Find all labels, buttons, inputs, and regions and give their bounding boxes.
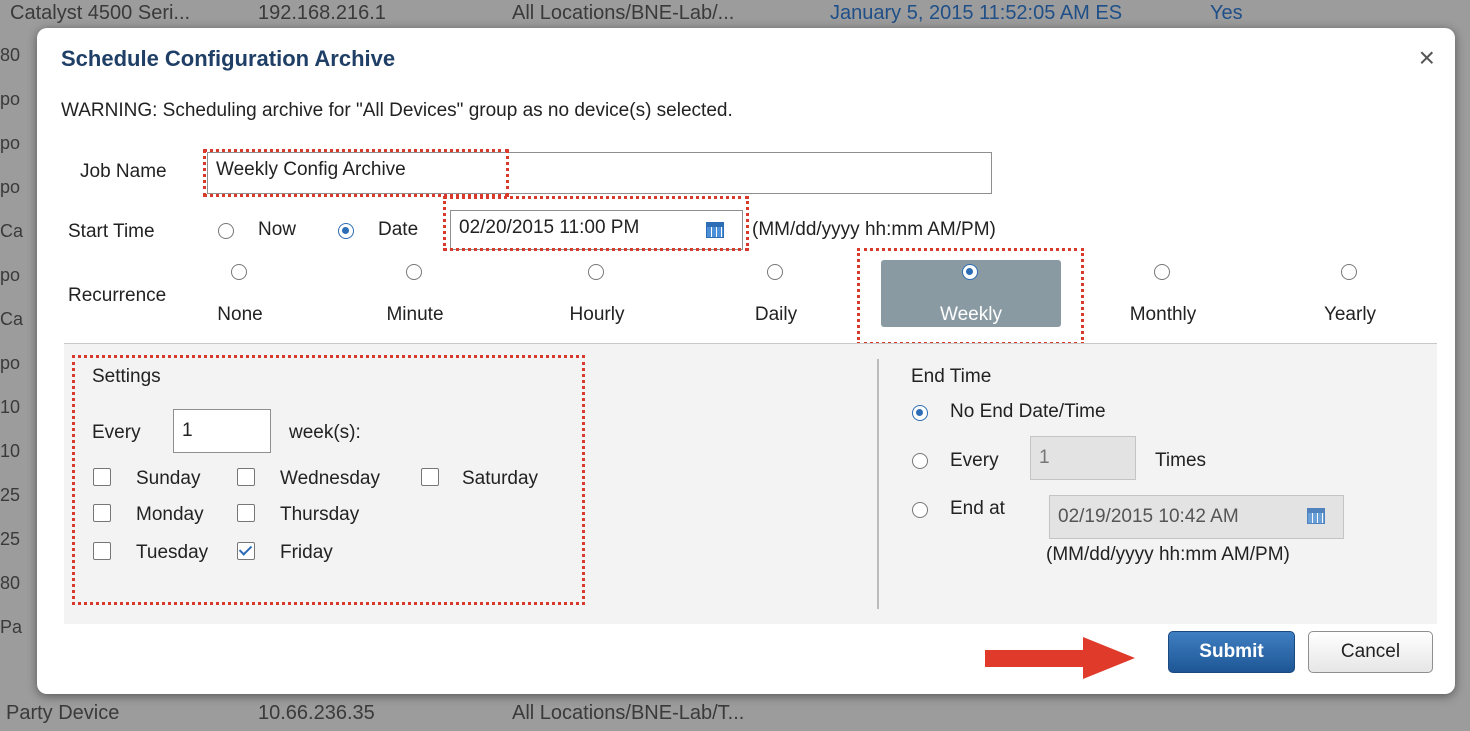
- recurrence-yearly-label: Yearly: [1323, 304, 1377, 325]
- bg-cell: 25: [0, 485, 21, 505]
- friday-label: Friday: [280, 542, 333, 563]
- schedule-dialog: Schedule Configuration Archive × WARNING…: [37, 28, 1455, 694]
- bg-cell: po: [0, 89, 21, 109]
- sunday-label: Sunday: [136, 468, 201, 489]
- bg-cell: 80: [0, 45, 21, 65]
- weeks-interval-input[interactable]: 1: [173, 409, 271, 453]
- end-every-radio[interactable]: [912, 453, 928, 469]
- warning-message: WARNING: Scheduling archive for "All Dev…: [61, 100, 733, 121]
- bg-device-name: Party Device: [6, 702, 120, 724]
- saturday-checkbox[interactable]: [421, 468, 439, 486]
- bg-cell: 10: [0, 441, 21, 461]
- bg-cell: 10: [0, 397, 21, 417]
- vertical-divider: [877, 359, 879, 609]
- job-name-label: Job Name: [80, 161, 167, 182]
- times-label: Times: [1155, 450, 1207, 471]
- saturday-label: Saturday: [462, 468, 539, 489]
- wednesday-label: Wednesday: [280, 468, 380, 489]
- no-end-radio[interactable]: [912, 405, 928, 421]
- end-every-input[interactable]: 1: [1030, 436, 1136, 480]
- end-format-hint: (MM/dd/yyyy hh:mm AM/PM): [1046, 544, 1290, 565]
- recurrence-yearly-radio[interactable]: [1341, 264, 1357, 280]
- cancel-button[interactable]: Cancel: [1308, 631, 1433, 673]
- recurrence-weekly-radio[interactable]: [962, 264, 978, 280]
- bg-status: Yes: [1210, 2, 1243, 24]
- no-end-label: No End Date/Time: [950, 401, 1106, 422]
- bg-cell: po: [0, 133, 21, 153]
- recurrence-daily-label: Daily: [754, 304, 798, 325]
- recurrence-weekly-label: Weekly: [940, 304, 1002, 325]
- start-now-label: Now: [258, 219, 297, 240]
- start-date-radio[interactable]: [338, 223, 354, 239]
- end-at-input[interactable]: 02/19/2015 10:42 AM: [1049, 495, 1344, 539]
- bg-device-name: Catalyst 4500 Seri...: [10, 2, 191, 24]
- recurrence-minute-radio[interactable]: [406, 264, 422, 280]
- background-left-column: 80 po po po Ca po Ca po 10 10 25 25 80 P…: [0, 45, 36, 661]
- sunday-checkbox[interactable]: [93, 468, 111, 486]
- bg-ip: 10.66.236.35: [258, 702, 375, 724]
- bg-archive-date: January 5, 2015 11:52:05 AM ES: [830, 2, 1123, 24]
- friday-checkbox[interactable]: [237, 542, 255, 560]
- bg-cell: po: [0, 353, 21, 373]
- start-format-hint: (MM/dd/yyyy hh:mm AM/PM): [752, 219, 996, 240]
- bg-cell: Pa: [0, 617, 23, 637]
- recurrence-monthly-radio[interactable]: [1154, 264, 1170, 280]
- bg-cell: 25: [0, 529, 21, 549]
- every-label: Every: [92, 422, 141, 443]
- end-at-label: End at: [950, 498, 1005, 519]
- start-time-label: Start Time: [68, 221, 155, 242]
- tuesday-label: Tuesday: [136, 542, 209, 563]
- end-at-value: 02/19/2015 10:42 AM: [1058, 506, 1239, 527]
- recurrence-label: Recurrence: [68, 285, 167, 306]
- bg-cell: Ca: [0, 309, 24, 329]
- monday-label: Monday: [136, 504, 204, 525]
- job-name-highlight: [203, 149, 509, 197]
- thursday-label: Thursday: [280, 504, 360, 525]
- start-now-radio[interactable]: [218, 223, 234, 239]
- recurrence-none-label: None: [217, 304, 263, 325]
- arrow-annotation-icon: [985, 637, 1135, 679]
- bg-cell: po: [0, 177, 21, 197]
- weeks-unit-label: week(s):: [289, 422, 361, 443]
- recurrence-hourly-radio[interactable]: [588, 264, 604, 280]
- recurrence-none-radio[interactable]: [231, 264, 247, 280]
- wednesday-checkbox[interactable]: [237, 468, 255, 486]
- bg-cell: po: [0, 265, 21, 285]
- recurrence-minute-label: Minute: [386, 304, 444, 325]
- bg-location: All Locations/BNE-Lab/...: [512, 2, 735, 24]
- monday-checkbox[interactable]: [93, 504, 111, 522]
- tuesday-checkbox[interactable]: [93, 542, 111, 560]
- end-calendar-icon[interactable]: [1307, 508, 1325, 524]
- bg-cell: Ca: [0, 221, 24, 241]
- close-icon[interactable]: ×: [1419, 42, 1435, 74]
- recurrence-daily-radio[interactable]: [767, 264, 783, 280]
- recurrence-monthly-label: Monthly: [1129, 304, 1197, 325]
- settings-title: Settings: [92, 366, 161, 387]
- end-at-radio[interactable]: [912, 502, 928, 518]
- weekly-highlight: [857, 248, 1084, 345]
- bg-ip: 192.168.216.1: [258, 2, 386, 24]
- bg-location: All Locations/BNE-Lab/T...: [512, 702, 745, 724]
- submit-button[interactable]: Submit: [1168, 631, 1295, 673]
- end-every-label: Every: [950, 450, 999, 471]
- start-date-highlight: [443, 196, 749, 251]
- recurrence-hourly-label: Hourly: [569, 304, 625, 325]
- end-time-title: End Time: [911, 366, 992, 387]
- dialog-title: Schedule Configuration Archive: [61, 46, 396, 71]
- start-date-label: Date: [378, 219, 419, 240]
- thursday-checkbox[interactable]: [237, 504, 255, 522]
- bg-cell: 80: [0, 573, 21, 593]
